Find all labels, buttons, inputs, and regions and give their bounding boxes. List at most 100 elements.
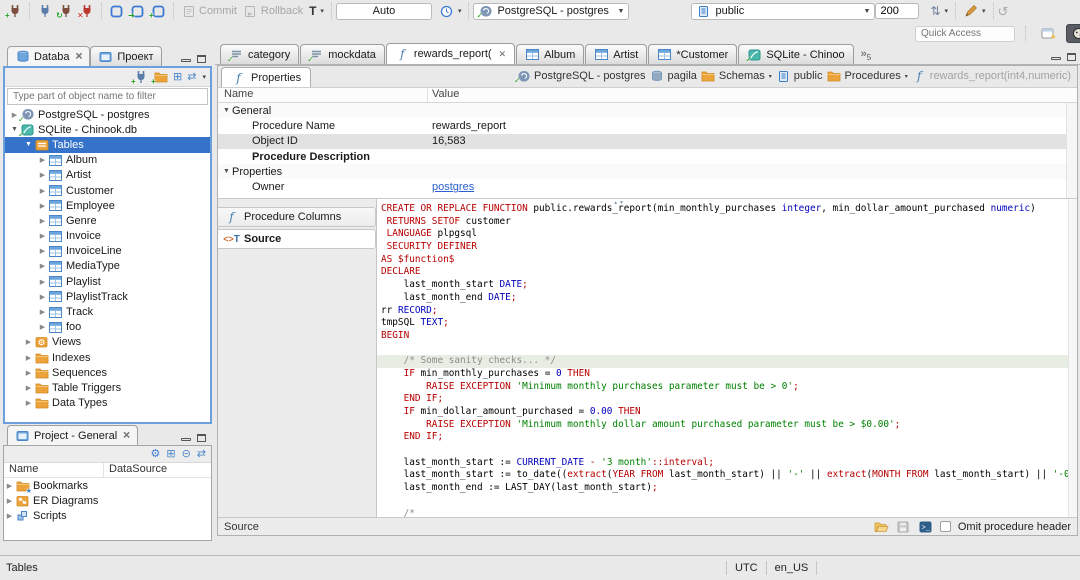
- breadcrumb-item-pagila[interactable]: pagila: [650, 69, 697, 83]
- maximize-icon[interactable]: [197, 55, 206, 63]
- column-header-datasource[interactable]: DataSource: [104, 463, 167, 477]
- expand-arrow-icon[interactable]: ▶: [37, 156, 48, 164]
- code-line-25[interactable]: /*: [381, 508, 1067, 518]
- tree-item-sqlite-chinook-db[interactable]: ▼ ✓ SQLite - Chinook.db: [5, 122, 210, 139]
- column-header-name[interactable]: Name: [4, 463, 104, 477]
- transaction-history-button[interactable]: ▾: [436, 1, 465, 21]
- tree-item-playlist[interactable]: ▶ Playlist: [5, 274, 210, 289]
- grid-column-name[interactable]: Name: [218, 88, 428, 102]
- owner-link[interactable]: postgres: [432, 181, 474, 193]
- code-line-10[interactable]: tmpSQL TEXT;: [381, 317, 1067, 330]
- tab-project-explorer[interactable]: Проект: [90, 46, 162, 66]
- editor-tab--customer[interactable]: *Customer: [648, 44, 738, 64]
- code-line-16[interactable]: END IF;: [381, 393, 1067, 406]
- breadcrumb-item-postgresql-postgres[interactable]: ✓ PostgreSQL - postgres: [514, 69, 645, 85]
- close-icon[interactable]: ✕: [499, 49, 507, 60]
- tree-item-foo[interactable]: ▶ foo: [5, 320, 210, 335]
- code-line-19[interactable]: END IF;: [381, 431, 1067, 444]
- collapse-arrow-icon[interactable]: ▼: [223, 107, 232, 114]
- commit-mode-combo[interactable]: Auto: [335, 2, 432, 20]
- expand-arrow-icon[interactable]: ▶: [23, 399, 34, 407]
- code-line-24[interactable]: [381, 495, 1067, 508]
- disconnect-button[interactable]: ✕: [76, 1, 97, 21]
- editor-tab-category[interactable]: ✓ category: [220, 44, 300, 64]
- splitter-handle-icon[interactable]: ▲▼: [613, 200, 625, 206]
- expand-arrow-icon[interactable]: ▶: [37, 308, 48, 316]
- grid-scrollbar[interactable]: [1066, 103, 1077, 198]
- code-line-23[interactable]: last_month_end := LAST_DAY(last_month_st…: [381, 482, 1067, 495]
- editor-tab-album[interactable]: Album: [516, 44, 585, 64]
- code-line-11[interactable]: BEGIN: [381, 330, 1067, 343]
- breadcrumb-item-schemas[interactable]: Schemas ▾: [701, 69, 772, 83]
- recent-sql-editor-button[interactable]: ➜: [127, 1, 148, 21]
- tree-item-data-types[interactable]: ▶ Data Types: [5, 396, 210, 411]
- tree-item-sequences[interactable]: ▶ Sequences: [5, 365, 210, 380]
- collapse-arrow-icon[interactable]: ▼: [223, 168, 232, 175]
- fetch-size-input[interactable]: [875, 3, 920, 19]
- editor-tab-rewards-report-[interactable]: f rewards_report(✕: [385, 43, 516, 64]
- tree-item-genre[interactable]: ▶ Genre: [5, 213, 210, 228]
- lasso-icon[interactable]: ↺: [998, 5, 1009, 18]
- close-icon[interactable]: ❌︎: [75, 51, 82, 62]
- project-item-er-diagrams[interactable]: ▶ ER Diagrams: [4, 493, 211, 508]
- tree-item-playlisttrack[interactable]: ▶ PlaylistTrack: [5, 289, 210, 304]
- expand-arrow-icon[interactable]: ▶: [37, 262, 48, 270]
- maximize-icon[interactable]: [1067, 53, 1076, 61]
- code-line-1[interactable]: CREATE OR REPLACE FUNCTION public.reward…: [381, 203, 1067, 216]
- locale-indicator[interactable]: en_US: [775, 562, 809, 574]
- gear-icon[interactable]: ⚙: [150, 448, 160, 460]
- tree-item-tables[interactable]: ▼ Tables: [5, 137, 210, 153]
- tab-overflow-chevron[interactable]: »5: [861, 48, 872, 64]
- code-line-2[interactable]: RETURNS SETOF customer: [381, 216, 1067, 229]
- tree-item-invoiceline[interactable]: ▶ InvoiceLine: [5, 244, 210, 259]
- code-line-15[interactable]: RAISE EXCEPTION 'Minimum monthly purchas…: [381, 381, 1067, 394]
- omit-procedure-header-checkbox[interactable]: [939, 521, 951, 532]
- object-filter-input[interactable]: [7, 88, 208, 105]
- minimize-icon[interactable]: [1051, 57, 1061, 60]
- tree-item-views[interactable]: ▶ Views: [5, 335, 210, 350]
- code-line-20[interactable]: [381, 444, 1067, 457]
- quick-access-input[interactable]: [915, 25, 1015, 42]
- collapse-all-icon[interactable]: ⊞: [166, 448, 175, 460]
- open-in-sql-console-icon[interactable]: >_: [918, 520, 933, 534]
- expand-arrow-icon[interactable]: ▶: [37, 278, 48, 286]
- project-item-scripts[interactable]: ▶ Scripts: [4, 509, 211, 524]
- code-line-4[interactable]: SECURITY DEFINER: [381, 241, 1067, 254]
- commit-button[interactable]: Commit: [178, 1, 240, 21]
- tab-database-navigator[interactable]: Databa ❌︎: [7, 46, 91, 66]
- editor-tab-artist[interactable]: Artist: [585, 44, 648, 64]
- new-connection-button[interactable]: +: [4, 1, 25, 21]
- tree-item-track[interactable]: ▶ Track: [5, 304, 210, 319]
- new-connection-icon[interactable]: +: [131, 70, 148, 86]
- code-line-17[interactable]: IF min_dollar_amount_purchased = 0.00 TH…: [381, 406, 1067, 419]
- expand-arrow-icon[interactable]: ▶: [23, 369, 34, 377]
- expand-arrow-icon[interactable]: ▶: [37, 187, 48, 195]
- tree-item-indexes[interactable]: ▶ Indexes: [5, 350, 210, 365]
- schema-combo[interactable]: public ▼: [691, 2, 876, 20]
- expand-arrow-icon[interactable]: ▶: [37, 293, 48, 301]
- close-icon[interactable]: ❌︎: [123, 430, 130, 441]
- load-from-file-icon[interactable]: [874, 520, 889, 534]
- expand-arrow-icon[interactable]: ▶: [37, 171, 48, 179]
- tree-item-table-triggers[interactable]: ▶ Table Triggers: [5, 380, 210, 395]
- code-scrollbar[interactable]: [1068, 199, 1077, 517]
- timezone-indicator[interactable]: UTC: [735, 562, 758, 574]
- code-line-8[interactable]: last_month_end DATE;: [381, 292, 1067, 305]
- editor-tab-mockdata[interactable]: ✓ mockdata: [300, 44, 385, 64]
- tree-item-customer[interactable]: ▶ Customer: [5, 183, 210, 198]
- property-row-object-id[interactable]: Object ID 16,583: [218, 133, 1077, 149]
- collapse-arrow-icon[interactable]: ▼: [23, 141, 34, 148]
- new-sql-editor-button[interactable]: +: [148, 1, 169, 21]
- property-row-owner[interactable]: Owner postgres: [218, 179, 1077, 194]
- tree-item-employee[interactable]: ▶ Employee: [5, 198, 210, 213]
- tree-item-artist[interactable]: ▶ Artist: [5, 168, 210, 183]
- expand-arrow-icon[interactable]: ▶: [4, 482, 15, 490]
- property-row-general[interactable]: ▼ General: [218, 103, 1077, 119]
- new-folder-icon[interactable]: +: [151, 70, 168, 86]
- property-row-procedure-name[interactable]: Procedure Name rewards_report: [218, 118, 1077, 133]
- link-with-editor-icon[interactable]: ⇄: [187, 71, 196, 83]
- code-line-21[interactable]: last_month_start := CURRENT_DATE - '3 mo…: [381, 457, 1067, 470]
- code-line-7[interactable]: last_month_start DATE;: [381, 279, 1067, 292]
- tree-item-mediatype[interactable]: ▶ MediaType: [5, 259, 210, 274]
- side-tab-procedure-columns[interactable]: f Procedure Columns: [218, 207, 376, 227]
